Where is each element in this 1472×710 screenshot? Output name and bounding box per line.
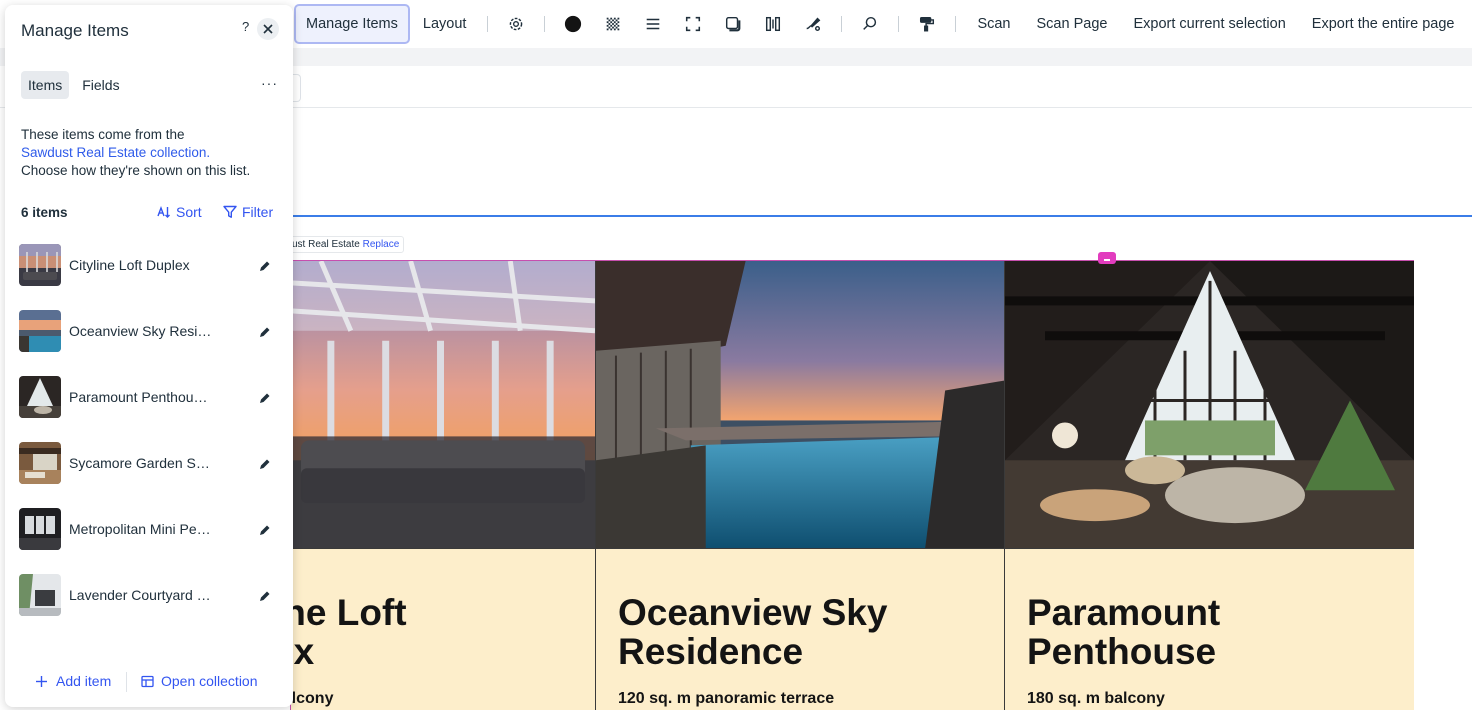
card-subtitle[interactable]: balcony [291,690,333,708]
item-name: Lavender Courtyard … [69,587,211,603]
add-item-label: Add item [56,673,112,689]
filter-icon [223,205,237,218]
list-item[interactable]: Lavender Courtyard … [5,563,293,629]
card-title[interactable]: Paramount Penthouse [1027,593,1407,671]
plus-icon [36,675,47,687]
pencil-icon[interactable] [255,323,273,341]
item-name: Cityline Loft Duplex [69,257,190,273]
repeater-card[interactable]: Oceanview Sky Residence 120 sq. m panora… [596,261,1005,710]
list-item[interactable]: Cityline Loft Duplex [5,233,293,299]
pencil-icon[interactable] [255,257,273,275]
repeater-list[interactable]: ine Loft ex balcony [290,260,1414,710]
tab-fields[interactable]: Fields [75,71,126,99]
card-title[interactable]: ine Loft ex [291,593,595,671]
item-name: Sycamore Garden S… [69,455,210,471]
more-options-button[interactable]: ··· [261,75,278,91]
tab-items[interactable]: Items [21,71,70,99]
panel-title: Manage Items [21,21,129,40]
toolbar-divider [841,16,843,32]
section-selection-line [290,215,1472,217]
list-item[interactable]: Paramount Penthou… [5,365,293,431]
fill-color-icon[interactable] [553,4,593,44]
footer-divider [126,672,127,692]
card-image[interactable] [291,261,595,549]
help-icon[interactable]: ? [242,19,249,34]
panel-tabs: Items Fields [21,71,127,99]
card-subtitle[interactable]: 180 sq. m balcony [1027,690,1165,708]
item-thumbnail [19,508,61,550]
filter-label: Filter [242,204,274,220]
sort-button[interactable]: Sort [157,204,202,220]
scan-page-button[interactable]: Scan Page [1024,4,1121,44]
search-icon[interactable] [850,4,890,44]
gear-icon[interactable] [496,4,536,44]
export-selection-button[interactable]: Export current selection [1120,4,1298,44]
paint-roller-icon[interactable] [907,4,947,44]
toolbar-divider [544,16,546,32]
design-icon[interactable] [793,4,833,44]
item-thumbnail [19,574,61,616]
list-item[interactable]: Metropolitan Mini Pe… [5,497,293,563]
open-collection-button[interactable]: Open collection [141,673,258,689]
item-list: Cityline Loft Duplex Oceanview Sky Resi…… [5,233,293,629]
editor-root: Manage Items Layout Scan Scan Page Expor… [0,0,1472,710]
collection-label: ust Real Estate Replace [287,236,405,253]
card-image[interactable] [1005,261,1414,549]
panel-footer: Add item Open collection [5,667,293,697]
manage-items-panel: Manage Items ? Items Fields ··· These it… [5,5,293,707]
item-count: 6 items [21,205,68,220]
list-item[interactable]: Sycamore Garden S… [5,431,293,497]
toolbar-divider [955,16,957,32]
description-text: These items come from the [21,127,185,142]
item-name: Metropolitan Mini Pe… [69,521,211,537]
download-marker-icon[interactable] [1098,252,1116,264]
add-item-button[interactable]: Add item [35,673,111,689]
item-thumbnail [19,376,61,418]
item-name: Oceanview Sky Resi… [69,323,212,339]
item-thumbnail [19,442,61,484]
pattern-icon[interactable] [593,4,633,44]
pencil-icon[interactable] [255,455,273,473]
pencil-icon[interactable] [255,587,273,605]
toolbar-divider [487,16,489,32]
sort-icon [157,206,170,218]
toolbar-divider [898,16,900,32]
list-icon[interactable] [633,4,673,44]
open-collection-label: Open collection [161,673,258,689]
item-thumbnail [19,310,61,352]
collection-label-name: ust Real Estate [292,239,360,250]
repeater-card[interactable]: ine Loft ex balcony [291,261,596,710]
replace-collection-link[interactable]: Replace [363,239,400,250]
collection-link[interactable]: Sawdust Real Estate collection. [21,144,281,162]
filter-button[interactable]: Filter [223,204,273,220]
repeater-card[interactable]: Paramount Penthouse 180 sq. m balcony [1005,261,1414,710]
spacing-icon[interactable] [753,4,793,44]
item-thumbnail [19,244,61,286]
item-name: Paramount Penthou… [69,389,208,405]
corners-icon[interactable] [673,4,713,44]
shadow-icon[interactable] [713,4,753,44]
card-title[interactable]: Oceanview Sky Residence [618,593,998,671]
manage-items-button[interactable]: Manage Items [294,4,410,44]
table-icon [141,675,154,687]
description-text: Choose how they're shown on this list. [21,163,251,178]
scan-button[interactable]: Scan [964,4,1023,44]
collection-description: These items come from the Sawdust Real E… [21,126,281,180]
export-page-button[interactable]: Export the entire page [1299,4,1468,44]
card-subtitle[interactable]: 120 sq. m panoramic terrace [618,690,834,708]
sort-label: Sort [176,204,202,220]
pencil-icon[interactable] [255,389,273,407]
pencil-icon[interactable] [255,521,273,539]
card-image[interactable] [596,261,1004,549]
close-icon[interactable] [257,18,279,40]
list-item[interactable]: Oceanview Sky Resi… [5,299,293,365]
layout-button[interactable]: Layout [410,4,480,44]
